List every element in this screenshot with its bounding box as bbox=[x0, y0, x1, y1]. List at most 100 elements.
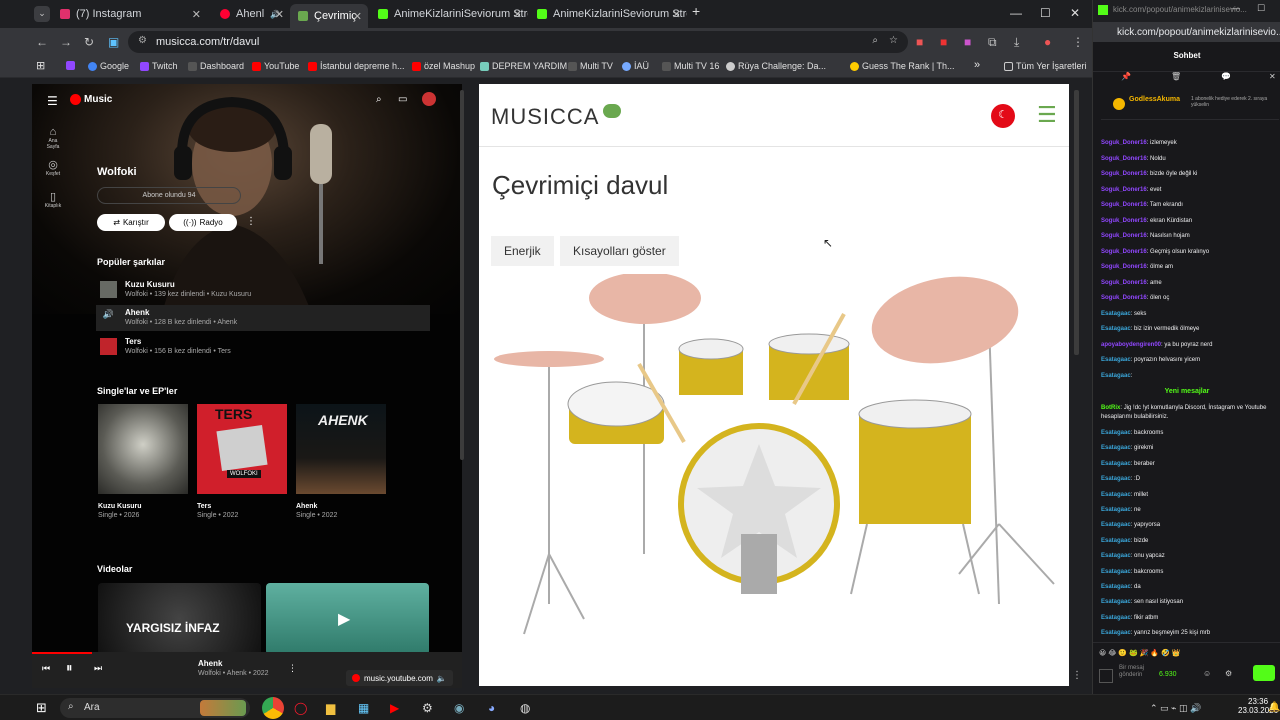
chat-username[interactable]: Soguk_Doner16 bbox=[1101, 280, 1147, 286]
chat-username[interactable]: Soguk_Doner16 bbox=[1101, 295, 1147, 301]
trash-icon[interactable]: 🗑 bbox=[1171, 72, 1181, 81]
chat-username[interactable]: Esatagaac bbox=[1101, 584, 1131, 590]
close-icon[interactable]: ✕ bbox=[513, 8, 522, 21]
subscribed-button[interactable]: Abone olundu 94 bbox=[97, 187, 241, 204]
musicca-logo[interactable]: MUSICCA bbox=[491, 104, 622, 130]
turkish-flag-icon[interactable]: ☾ bbox=[991, 104, 1015, 128]
bookmark[interactable]: Twitch bbox=[140, 61, 178, 71]
floor-tom[interactable] bbox=[850, 399, 980, 595]
chat-username[interactable]: Soguk_Doner16 bbox=[1101, 171, 1147, 177]
site-info-icon[interactable]: ⚙ bbox=[138, 35, 147, 46]
hamburger-icon[interactable]: ☰ bbox=[47, 94, 58, 108]
search-icon[interactable]: ⌕ bbox=[376, 94, 382, 105]
apps-icon[interactable]: ⊞ bbox=[36, 59, 45, 72]
chat-username[interactable]: Esatagaac bbox=[1101, 476, 1131, 482]
tab-instagram[interactable]: (7) Instagram ✕ bbox=[52, 4, 207, 24]
song-row-playing[interactable]: 🔊 Ahenk Wolfoki • 128 B kez dinlendi • A… bbox=[96, 305, 430, 331]
chat-username[interactable]: Esatagaac bbox=[1101, 492, 1131, 498]
chat-username[interactable]: Esatagaac bbox=[1101, 445, 1131, 451]
settings-icon[interactable]: ⚙ bbox=[422, 701, 433, 715]
address-bar[interactable]: ⚙ musicca.com/tr/davul ⌕ ☆ bbox=[128, 31, 908, 53]
chat-username[interactable]: Esatagaac bbox=[1101, 461, 1131, 467]
profile-icon[interactable]: ● bbox=[1044, 35, 1051, 49]
close-icon[interactable]: ✕ bbox=[1269, 72, 1276, 81]
chat-username[interactable]: Esatagaac bbox=[1101, 430, 1131, 436]
video-thumbnail[interactable]: ▶ bbox=[266, 583, 429, 655]
steam-icon[interactable]: ◉ bbox=[454, 701, 464, 715]
extension-icon[interactable]: ■ bbox=[916, 35, 923, 49]
kick-icon[interactable] bbox=[1099, 669, 1113, 683]
previous-icon[interactable]: ⏮ bbox=[42, 663, 50, 674]
tab-ytmusic[interactable]: Ahenl 🔊 ✕ bbox=[212, 4, 290, 24]
reload-icon[interactable]: ↻ bbox=[84, 35, 94, 49]
obs-icon[interactable]: ◍ bbox=[520, 701, 530, 715]
bookmark[interactable]: Google bbox=[88, 61, 129, 71]
close-icon[interactable]: ✕ bbox=[353, 10, 362, 23]
chat-username[interactable]: Esatagaac bbox=[1101, 553, 1131, 559]
bookmark[interactable]: Guess The Rank | Th... bbox=[850, 61, 955, 71]
hihat-cymbal[interactable] bbox=[494, 351, 604, 367]
shuffle-button[interactable]: ⇄ Karıştır bbox=[97, 214, 165, 231]
chat-username[interactable]: Esatagaac bbox=[1101, 630, 1131, 636]
tab-search-icon[interactable]: ⌄ bbox=[34, 6, 50, 22]
chat-username[interactable]: Esatagaac bbox=[1101, 357, 1131, 363]
crash-cymbal[interactable] bbox=[589, 274, 701, 324]
zoom-icon[interactable]: ⌕ bbox=[872, 35, 878, 46]
gear-icon[interactable]: ⚙ bbox=[1225, 669, 1232, 678]
single-card[interactable]: AHENK Ahenk Single • 2022 bbox=[296, 404, 386, 519]
chat-username[interactable]: Esatagaac bbox=[1101, 522, 1131, 528]
folder-icon[interactable]: ▆ bbox=[326, 701, 335, 715]
chat-username[interactable]: Soguk_Doner16 bbox=[1101, 233, 1147, 239]
nav-explore[interactable]: ◎ Keşfet bbox=[42, 158, 64, 177]
chat-username[interactable]: Soguk_Doner16 bbox=[1101, 140, 1147, 146]
more-bookmarks-icon[interactable]: » bbox=[974, 59, 980, 71]
nav-library[interactable]: ▯ Kitaplık bbox=[42, 190, 64, 209]
chat-username[interactable]: Soguk_Doner16 bbox=[1101, 264, 1147, 270]
chat-username[interactable]: Esatagaac bbox=[1101, 311, 1131, 317]
more-icon[interactable]: ⋮ bbox=[246, 216, 256, 227]
back-icon[interactable]: ← bbox=[36, 35, 48, 49]
chat-username[interactable]: Soguk_Doner16 bbox=[1101, 218, 1147, 224]
pin-icon[interactable]: 📌 bbox=[1121, 72, 1131, 81]
chat-username[interactable]: Esatagaac bbox=[1101, 599, 1131, 605]
bookmark[interactable]: İstanbul depreme h... bbox=[308, 61, 405, 71]
chat-username[interactable]: Esatagaac bbox=[1101, 373, 1131, 379]
chat-username[interactable]: Esatagaac bbox=[1101, 507, 1131, 513]
download-icon[interactable]: ⤓ bbox=[1014, 35, 1019, 50]
shortcuts-button[interactable]: Kısayolları göster bbox=[560, 236, 679, 266]
close-icon[interactable]: ✕ bbox=[275, 8, 284, 21]
tab-kick-2[interactable]: AnimeKizlariniSeviorum Stream✕ bbox=[529, 4, 687, 24]
chat-address-bar[interactable]: kick.com/popout/animekizlarinisevio... bbox=[1093, 22, 1280, 42]
ytmusic-logo[interactable]: Music bbox=[70, 94, 112, 105]
more-icon[interactable]: ⋮ bbox=[288, 663, 297, 674]
chat-username[interactable]: Esatagaac bbox=[1101, 326, 1131, 332]
avatar[interactable] bbox=[422, 92, 436, 106]
bookmark[interactable]: Multi TV bbox=[568, 61, 613, 71]
single-card[interactable]: TERS WOLFOKI Ters Single • 2022 bbox=[197, 404, 287, 519]
tom-drum-1[interactable] bbox=[678, 338, 744, 395]
send-button[interactable] bbox=[1253, 665, 1275, 681]
pause-icon[interactable]: ⏸ bbox=[66, 660, 73, 676]
close-window-icon[interactable]: ✕ bbox=[1070, 6, 1080, 20]
points-badge[interactable]: 6.930 bbox=[1159, 671, 1177, 678]
chat-username[interactable]: Esatagaac bbox=[1101, 538, 1131, 544]
close-icon[interactable]: ✕ bbox=[672, 8, 681, 21]
scrollbar[interactable] bbox=[1074, 90, 1079, 355]
emote-row[interactable]: 😀 😂 🙂 🐸 🎉 🔥 🤣 👑 bbox=[1099, 649, 1180, 657]
chat-username[interactable]: apoyaboydengiren00 bbox=[1101, 342, 1161, 348]
radio-button[interactable]: ((·)) Radyo bbox=[169, 214, 237, 231]
windows-start-icon[interactable]: ⊞ bbox=[36, 700, 47, 716]
message-input[interactable]: Bir mesaj gönderin bbox=[1119, 665, 1155, 679]
bookmark[interactable] bbox=[66, 61, 75, 70]
nav-home[interactable]: ⌂ Ana Sayfa bbox=[42, 126, 64, 150]
store-icon[interactable]: ▦ bbox=[358, 701, 369, 715]
emoji-icon[interactable]: ☺ bbox=[1203, 669, 1211, 678]
more-icon[interactable]: ⋮ bbox=[1072, 670, 1082, 681]
minimize-icon[interactable]: — bbox=[1010, 6, 1022, 20]
chrome-icon[interactable] bbox=[262, 697, 284, 719]
next-icon[interactable]: ⏭ bbox=[94, 663, 102, 674]
single-card[interactable]: Kuzu Kusuru Single • 2026 bbox=[98, 404, 188, 519]
pinned-gifter[interactable]: GodlessAkuma 1 abonelik hediye ederek 2.… bbox=[1101, 90, 1279, 120]
extensions-puzzle-icon[interactable]: ⧉ bbox=[988, 35, 997, 50]
discord-icon[interactable]: ◕ bbox=[488, 701, 495, 715]
